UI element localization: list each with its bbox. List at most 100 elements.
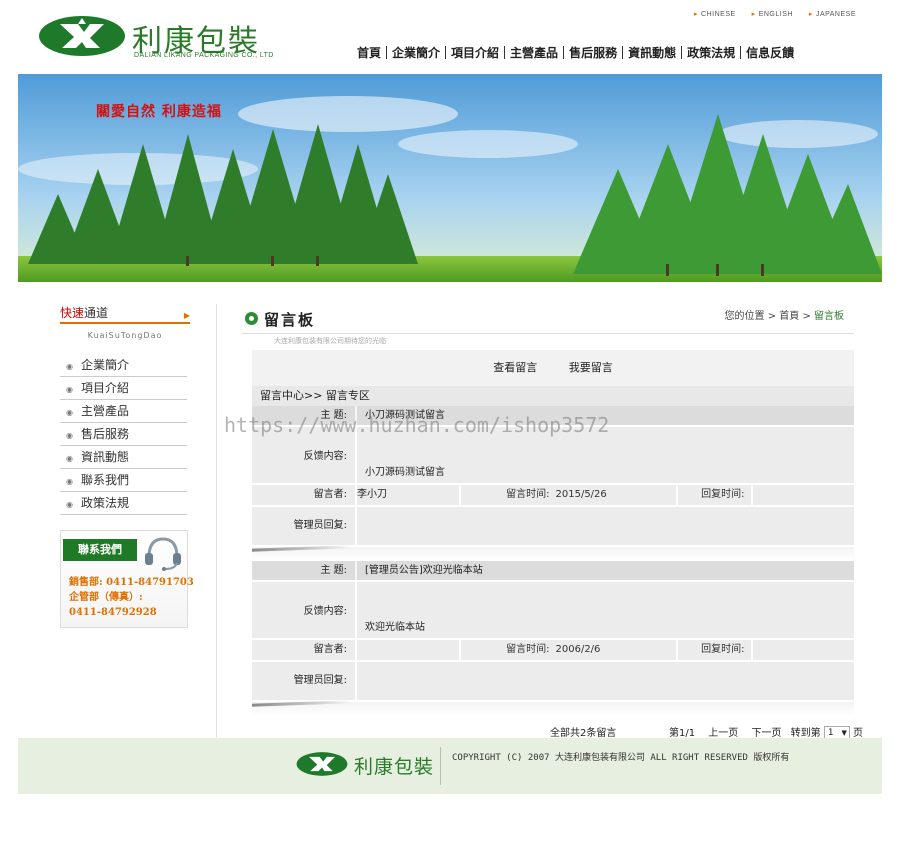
entry-divider — [252, 547, 854, 561]
site-footer: 利康包裝 COPYRIGHT (C) 2007 大连利康包装有限公司 ALL R… — [18, 738, 882, 794]
footer-logo: 利康包裝 — [296, 750, 438, 780]
sidebar-item-projects[interactable]: ◉ 項目介紹 — [60, 377, 187, 400]
breadcrumb-prefix: 您的位置 — [724, 311, 765, 322]
breadcrumb-arrow-icon: > — [802, 311, 814, 322]
quick-links-title: 快速通道 ▶ — [60, 304, 190, 324]
reply-time-label: 回复时间: — [675, 640, 751, 660]
tab-view-messages[interactable]: 查看留言 — [493, 350, 537, 386]
time-value: 2015/5/26 — [555, 489, 607, 500]
sidebar-item-label: 企業簡介 — [80, 358, 129, 372]
admin-reply-value — [355, 507, 854, 545]
nav-products[interactable]: 主營產品 — [505, 44, 563, 61]
main-content: 留言板 您的位置 > 首頁 > 留言板 大连利康包装有限公司期待您的光临 查看留… — [242, 304, 863, 741]
sidebar-item-label: 項目介紹 — [80, 381, 129, 395]
entry-reply-row: 管理员回复: — [252, 507, 854, 547]
content-value: 小刀源码测试留言 — [355, 427, 854, 483]
subject-label: 主 题: — [320, 410, 347, 421]
sidebar-item-label: 聯系我們 — [80, 473, 129, 487]
reply-time-value — [750, 485, 855, 505]
sidebar-item-contact[interactable]: ◉ 聯系我們 — [60, 469, 187, 492]
nav-company-profile[interactable]: 企業簡介 — [387, 44, 445, 61]
admin-reply-label: 管理员回复: — [293, 675, 347, 686]
lang-japanese-link[interactable]: ▸ JAPANESE — [809, 10, 856, 18]
entry-content-row: 反馈内容: 欢迎光临本站 — [252, 582, 854, 640]
entry-subject-row: 主 题: [管理员公告]欢迎光临本站 — [252, 561, 854, 582]
nav-after-sales[interactable]: 售后服務 — [564, 44, 622, 61]
sidebar-item-products[interactable]: ◉ 主營產品 — [60, 400, 187, 423]
lang-label: JAPANESE — [815, 11, 856, 18]
contact-admin-number: 0411-84792928 — [69, 607, 157, 618]
nav-feedback[interactable]: 信息反饋 — [741, 44, 799, 61]
nav-projects[interactable]: 項目介紹 — [446, 44, 504, 61]
author-value — [355, 640, 459, 660]
entry-subject-row: 主 题: 小刀源码测试留言 — [252, 406, 854, 427]
sidebar: 快速通道 ▶ KuaiSuTongDao ◉ 企業簡介 ◉ 項目介紹 ◉ 主營產品 ◉… — [60, 304, 194, 628]
content-value: 欢迎光临本站 — [355, 582, 854, 638]
author-label: 留言者: — [313, 644, 347, 655]
reply-time-value — [750, 640, 855, 660]
entry-reply-row: 管理员回复: — [252, 662, 854, 702]
subject-value: 小刀源码测试留言 — [355, 406, 854, 425]
breadcrumb-arrow-icon: > — [767, 311, 780, 322]
time-label: 留言时间: — [458, 485, 556, 505]
entry-divider — [252, 702, 854, 716]
sidebar-item-label: 售后服務 — [80, 427, 129, 441]
guestbook-tabs: 查看留言 我要留言 — [252, 350, 854, 386]
author-value: 李小刀 — [355, 485, 459, 505]
contact-title: 聯系我們 — [63, 539, 137, 561]
page-title: 留言板 — [264, 311, 316, 329]
nav-policies[interactable]: 政策法規 — [682, 44, 740, 61]
admin-reply-label: 管理员回复: — [293, 520, 347, 531]
sidebar-item-company-profile[interactable]: ◉ 企業簡介 — [60, 354, 187, 377]
nav-home[interactable]: 首頁 — [352, 44, 386, 61]
footer-logo-mark-icon — [296, 752, 348, 776]
main-nav: 首頁 企業簡介 項目介紹 主營產品 售后服務 資訊動態 政策法規 信息反饋 — [352, 44, 799, 61]
quick-links-subtitle: KuaiSuTongDao — [87, 331, 163, 340]
lang-chinese-link[interactable]: ▸ CHINESE — [694, 10, 736, 18]
bullet-icon: ◉ — [66, 477, 73, 486]
lang-english-link[interactable]: ▸ ENGLISH — [752, 10, 793, 18]
admin-reply-value — [355, 662, 854, 700]
content-label: 反馈内容: — [303, 451, 347, 462]
breadcrumb-home[interactable]: 首頁 — [779, 311, 799, 322]
bullet-icon: ◉ — [66, 362, 73, 371]
contact-admin-label: 企管部（傳真）: — [69, 592, 143, 603]
lang-label: CHINESE — [701, 11, 736, 18]
banner-slogan: 關愛自然 利康造福 — [96, 104, 222, 120]
quick-title-red: 快速 — [60, 306, 85, 320]
contact-details: 銷售部: 0411-84791703 企管部（傳真）: 0411-8479292… — [69, 575, 194, 620]
tab-leave-message[interactable]: 我要留言 — [569, 350, 613, 386]
section-heading: 留言中心>> 留言专区 — [252, 386, 854, 406]
reply-time-label: 回复时间: — [675, 485, 751, 505]
message-entry: 主 题: 小刀源码测试留言 反馈内容: 小刀源码测试留言 留言者: 李小刀 留言… — [252, 406, 854, 547]
headset-icon — [145, 537, 181, 571]
entry-content-row: 反馈内容: 小刀源码测试留言 — [252, 427, 854, 485]
content-label: 反馈内容: — [303, 606, 347, 617]
arrow-icon: ▸ — [808, 11, 813, 18]
bullet-icon: ◉ — [66, 454, 73, 463]
bullet-icon: ◉ — [66, 408, 73, 417]
sidebar-item-after-sales[interactable]: ◉ 售后服務 — [60, 423, 187, 446]
breadcrumb-current: 留言板 — [814, 311, 844, 322]
title-bullet-icon — [245, 312, 258, 325]
sidebar-item-news[interactable]: ◉ 資訊動態 — [60, 446, 187, 469]
bullet-icon: ◉ — [66, 385, 73, 394]
total-count: 全部共2条留言 — [550, 728, 617, 739]
sidebar-item-label: 政策法規 — [80, 496, 129, 510]
sidebar-item-policies[interactable]: ◉ 政策法規 — [60, 492, 187, 515]
breadcrumb: 您的位置 > 首頁 > 留言板 — [725, 307, 845, 322]
language-links: ▸ CHINESE ▸ ENGLISH ▸ JAPANESE — [694, 10, 856, 18]
entry-meta-row: 留言者: 李小刀 留言时间: 2015/5/26 回复时间: — [252, 485, 854, 507]
page-title-row: 留言板 您的位置 > 首頁 > 留言板 — [242, 304, 854, 334]
contact-box: 聯系我們 銷售部: 0411-84791703 企管部（傳真）: 0411-84… — [60, 530, 194, 628]
column-divider — [216, 304, 217, 738]
footer-logo-name: 利康包裝 — [354, 756, 435, 778]
time-value: 2006/2/6 — [555, 644, 601, 655]
page-select-value: 1 — [827, 727, 834, 738]
quick-title-black: 通道 — [84, 306, 109, 320]
site-logo[interactable]: 利康包裝 DALIAN LIKANG PACKAGING CO., LTD — [38, 12, 278, 64]
nav-news[interactable]: 資訊動態 — [623, 44, 681, 61]
sidebar-item-label: 主營產品 — [80, 404, 129, 418]
time-label: 留言时间: — [458, 640, 556, 660]
entry-meta-row: 留言者: 留言时间: 2006/2/6 回复时间: — [252, 640, 854, 662]
